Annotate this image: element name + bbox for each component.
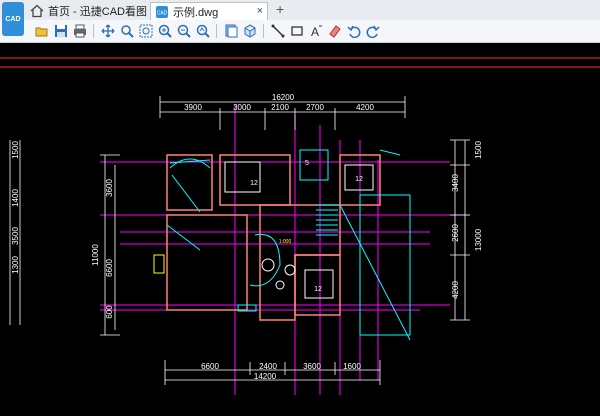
aux-lines [100,105,470,395]
dim-value: 1500 [474,141,483,159]
dim-text-right: 1500 3400 2600 4200 13000 [451,141,483,299]
print-icon[interactable] [72,23,88,39]
cad-file-icon: CAD [155,5,169,19]
dim-text-top: 16200 3900 3000 2100 2700 4200 [184,93,374,112]
room-label: 12 [250,180,258,187]
dim-value: 3600 [303,362,321,371]
room-label: 12 [314,286,322,293]
dim-value: 3600 [105,179,114,197]
zoom-previous-icon[interactable] [195,23,211,39]
guide-lines [0,57,600,68]
floor-plan-drawing: 12 12 12 5 1:000 16200 3900 3000 2100 27… [0,57,600,395]
toolbar: A [0,20,600,43]
zoom-in-icon[interactable] [157,23,173,39]
app-logo: CAD [2,2,24,36]
dim-total-right: 13000 [474,228,483,251]
zoom-extents-icon[interactable] [138,23,154,39]
close-icon[interactable]: × [257,5,263,17]
dim-total-bottom: 14200 [254,372,277,381]
dim-value: 3400 [451,174,460,192]
dim-value: 1600 [343,362,361,371]
zoom-out-icon[interactable] [176,23,192,39]
dim-total-top: 16200 [272,93,295,102]
tab-bar: CAD 首页 - 迅捷CAD看图 CAD 示例.dwg × + [0,0,600,36]
home-icon [30,4,44,18]
dim-value: 2600 [451,224,460,242]
dim-value: 6600 [105,259,114,277]
tab-drawing[interactable]: CAD 示例.dwg × [150,2,268,20]
erase-icon[interactable] [327,23,343,39]
dimension-lines [9,96,470,385]
dim-value: 1300 [11,256,20,274]
dim-total-left: 11000 [91,244,100,266]
measure-icon[interactable] [270,23,286,39]
dim-value: 1400 [11,189,20,207]
dim-value: 3900 [184,103,202,112]
text-icon[interactable]: A [308,23,324,39]
dim-value: 2700 [306,103,324,112]
3d-view-icon[interactable] [242,23,258,39]
dim-value: 3000 [233,103,251,112]
room-label: 5 [305,160,309,167]
zoom-window-icon[interactable] [119,23,135,39]
dim-value: 600 [105,305,114,319]
dim-value: 4200 [356,103,374,112]
tab-drawing-label: 示例.dwg [173,6,219,19]
svg-text:CAD: CAD [157,10,168,16]
dim-value: 2400 [259,362,277,371]
dim-text-bottom: 6600 2400 3600 1600 14200 [201,362,361,381]
undo-icon[interactable] [346,23,362,39]
room-label: 1:000 [279,239,292,245]
dim-value: 1500 [11,141,20,159]
dim-value: 6600 [201,362,219,371]
wall-details [153,149,411,341]
toolbar-separator [216,24,217,38]
rectangle-icon[interactable] [289,23,305,39]
redo-icon[interactable] [365,23,381,39]
drawing-canvas[interactable]: 12 12 12 5 1:000 16200 3900 3000 2100 27… [0,43,600,411]
save-icon[interactable] [53,23,69,39]
svg-text:A: A [311,25,319,38]
dim-text-far-left: 1500 1400 1300 3500 [11,141,20,274]
toolbar-separator [263,24,264,38]
layers-icon[interactable] [223,23,239,39]
tab-home-label: 首页 - 迅捷CAD看图 [48,6,147,18]
tab-home[interactable]: 首页 - 迅捷CAD看图 [30,2,148,20]
dim-value: 3500 [11,227,20,245]
walls [166,154,381,321]
dim-value: 2100 [271,103,289,112]
dim-value: 4200 [451,281,460,299]
room-label: 12 [355,176,363,183]
dim-text-left: 3600 6600 600 11000 [91,179,114,319]
new-tab-button[interactable]: + [276,1,284,17]
toolbar-separator [93,24,94,38]
open-icon[interactable] [34,23,50,39]
pan-icon[interactable] [100,23,116,39]
